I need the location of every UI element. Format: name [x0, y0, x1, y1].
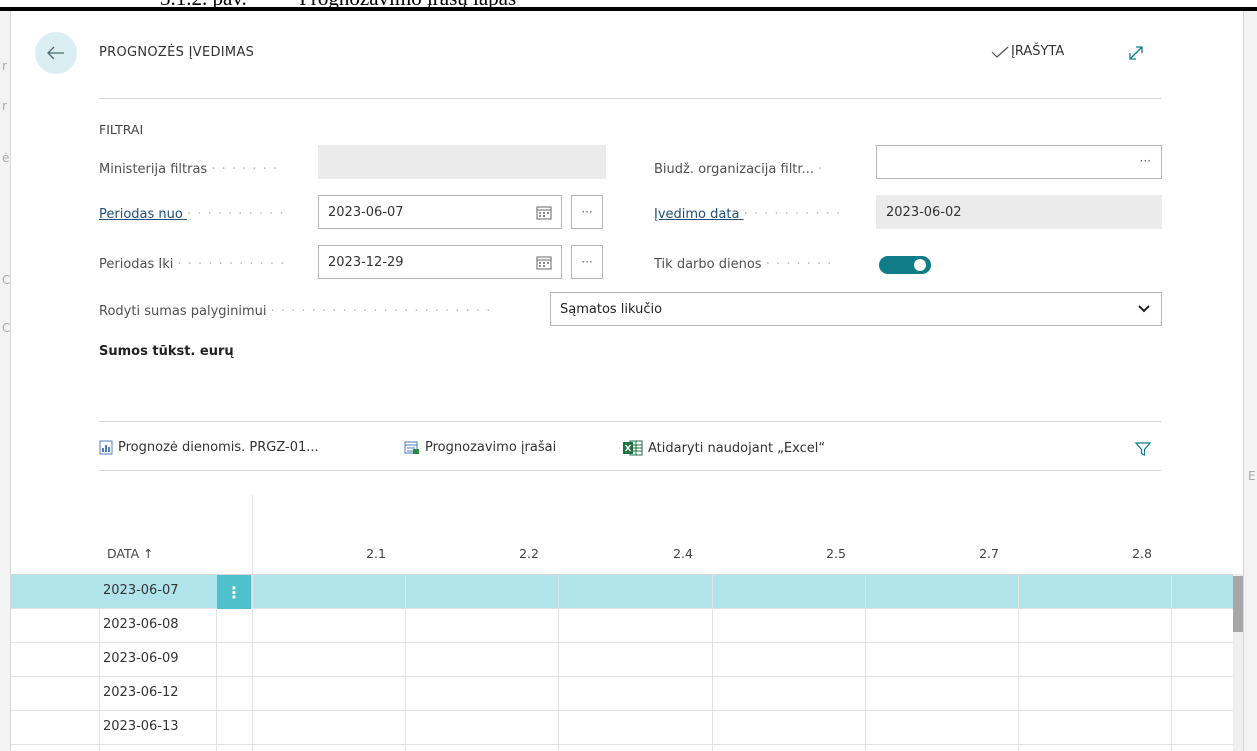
grid-line — [252, 575, 253, 751]
column-header[interactable]: 2.8 — [1092, 546, 1152, 561]
calendar-icon[interactable] — [536, 205, 552, 220]
table-row[interactable]: 2023-06-14 — [11, 745, 1233, 751]
ministry-filter-label: Ministerija filtras · · · · · · · — [99, 162, 279, 177]
background-text-fragment: C — [2, 321, 11, 335]
grid-line — [1171, 575, 1172, 751]
compare-amounts-label: Rodyti sumas palyginimui · · · · · · · ·… — [99, 304, 492, 319]
table-row[interactable]: 2023-06-08 — [11, 609, 1233, 643]
excel-icon — [623, 440, 643, 456]
date-cell[interactable]: 2023-06-12 — [103, 685, 179, 700]
row-actions-menu-button[interactable]: ⋮ — [217, 575, 251, 609]
column-header[interactable]: 2.7 — [939, 546, 999, 561]
table-row[interactable]: 2023-06-07 — [11, 575, 1233, 609]
table-row[interactable]: 2023-06-13 — [11, 711, 1233, 745]
date-column-header[interactable]: DATA ↑ — [107, 546, 154, 561]
actions-bottom-divider — [99, 470, 1161, 471]
period-to-label: Periodas Iki · · · · · · · · · · · — [99, 257, 286, 272]
grid-line — [865, 575, 866, 751]
header-divider — [99, 98, 1161, 99]
action-daily-forecast-report[interactable]: Prognozė dienomis. PRGZ-01... — [99, 440, 319, 455]
period-from-label[interactable]: Periodas nuo · · · · · · · · · · — [99, 207, 311, 222]
page-title: PROGNOZĖS ĮVEDIMAS — [99, 45, 255, 60]
date-cell[interactable]: 2023-06-13 — [103, 719, 179, 734]
date-cell[interactable]: 2023-06-09 — [103, 651, 179, 666]
ministry-filter-field[interactable] — [318, 145, 606, 179]
scrollbar-thumb[interactable] — [1233, 576, 1243, 632]
arrow-left-icon — [47, 46, 64, 60]
grid-line — [405, 575, 406, 751]
column-header[interactable]: 2.5 — [786, 546, 846, 561]
toggle-knob — [914, 259, 926, 271]
filter-icon — [1134, 442, 1152, 456]
action-forecast-records[interactable]: Prognozavimo įrašai — [404, 440, 556, 455]
column-header[interactable]: 2.4 — [633, 546, 693, 561]
background-text-fragment: E — [1248, 469, 1256, 483]
table-scrollbar[interactable] — [1233, 574, 1243, 751]
budget-org-filter-field[interactable]: ··· — [876, 145, 1162, 179]
background-text-fragment: r — [2, 59, 7, 73]
entry-date-field[interactable]: 2023-06-02 — [876, 195, 1162, 229]
calendar-icon[interactable] — [536, 255, 552, 270]
budget-org-filter-label: Biudž. organizacija filtr... · — [654, 162, 824, 177]
action-open-in-excel[interactable]: Atidaryti naudojant „Excel“ — [623, 440, 825, 456]
records-icon — [404, 441, 419, 454]
header-column-separator — [252, 495, 253, 578]
grid-line — [216, 609, 217, 751]
action-label: Prognozavimo įrašai — [425, 440, 557, 455]
grid-line — [712, 575, 713, 751]
amounts-unit-note: Sumos tūkst. eurų — [99, 344, 234, 359]
ellipsis-icon: ··· — [581, 255, 593, 269]
checkmark-icon — [991, 46, 1009, 58]
background-text-fragment: ė — [2, 151, 10, 165]
compare-amounts-select[interactable]: Sąmatos likučio — [550, 292, 1162, 326]
period-from-assist-button[interactable]: ··· — [571, 195, 603, 229]
period-from-field[interactable]: 2023-06-07 — [318, 195, 562, 229]
chevron-down-icon — [1138, 305, 1150, 313]
table-row[interactable]: 2023-06-12 — [11, 677, 1233, 711]
report-icon — [99, 440, 113, 455]
action-label: Prognozė dienomis. PRGZ-01... — [118, 440, 319, 455]
background-page-right: E — [1243, 11, 1257, 751]
date-cell[interactable]: 2023-06-08 — [103, 617, 179, 632]
expand-button[interactable] — [1128, 45, 1144, 65]
column-header[interactable]: 2.1 — [326, 546, 386, 561]
lookup-ellipsis-icon[interactable]: ··· — [1140, 154, 1151, 168]
date-cell[interactable]: 2023-06-07 — [103, 583, 179, 598]
workdays-only-toggle[interactable] — [879, 256, 931, 274]
back-button[interactable] — [35, 32, 77, 74]
background-page-left: r r ė C C — [0, 11, 11, 751]
expand-icon — [1129, 46, 1143, 60]
column-header[interactable]: 2.2 — [479, 546, 539, 561]
filters-section-title: FILTRAI — [99, 122, 144, 137]
grid-line — [99, 609, 100, 751]
more-vertical-icon: ⋮ — [226, 582, 242, 602]
filter-button[interactable] — [1134, 441, 1152, 461]
entry-date-label[interactable]: Įvedimo data · · · · · · · · · · — [654, 207, 874, 222]
period-to-field[interactable]: 2023-12-29 — [318, 245, 562, 279]
saved-status-label: ĮRAŠYTA — [1011, 44, 1065, 59]
actions-top-divider — [99, 421, 1161, 422]
action-label: Atidaryti naudojant „Excel“ — [648, 440, 826, 456]
background-text-fragment: C — [2, 273, 11, 287]
saved-status: ĮRAŠYTA — [991, 44, 1064, 59]
forecast-entry-dialog: PROGNOZĖS ĮVEDIMAS ĮRAŠYTA FILTRAI Minis… — [11, 11, 1243, 751]
period-to-assist-button[interactable]: ··· — [571, 245, 603, 279]
table-row[interactable]: 2023-06-09 — [11, 643, 1233, 677]
grid-line — [1018, 575, 1019, 751]
grid-line — [558, 575, 559, 751]
background-text-fragment: r — [2, 99, 7, 113]
ellipsis-icon: ··· — [581, 205, 593, 219]
workdays-only-label: Tik darbo dienos · · · · · · · — [654, 257, 833, 272]
